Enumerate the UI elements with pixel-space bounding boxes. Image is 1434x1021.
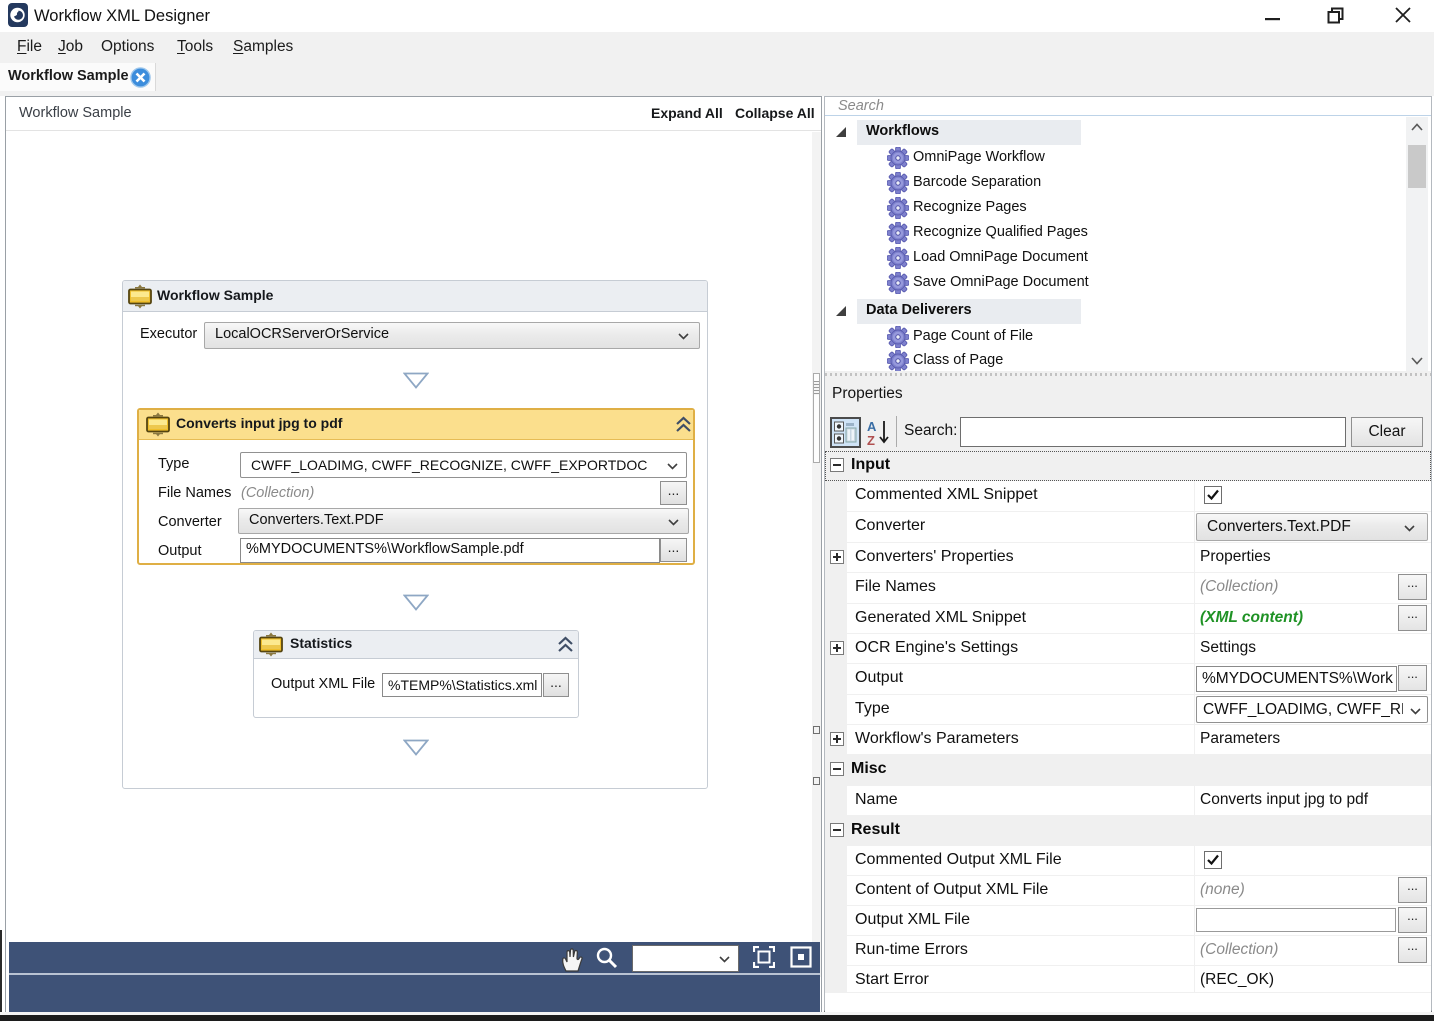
svg-text:A: A xyxy=(867,419,877,434)
svg-text:Z: Z xyxy=(867,433,875,447)
